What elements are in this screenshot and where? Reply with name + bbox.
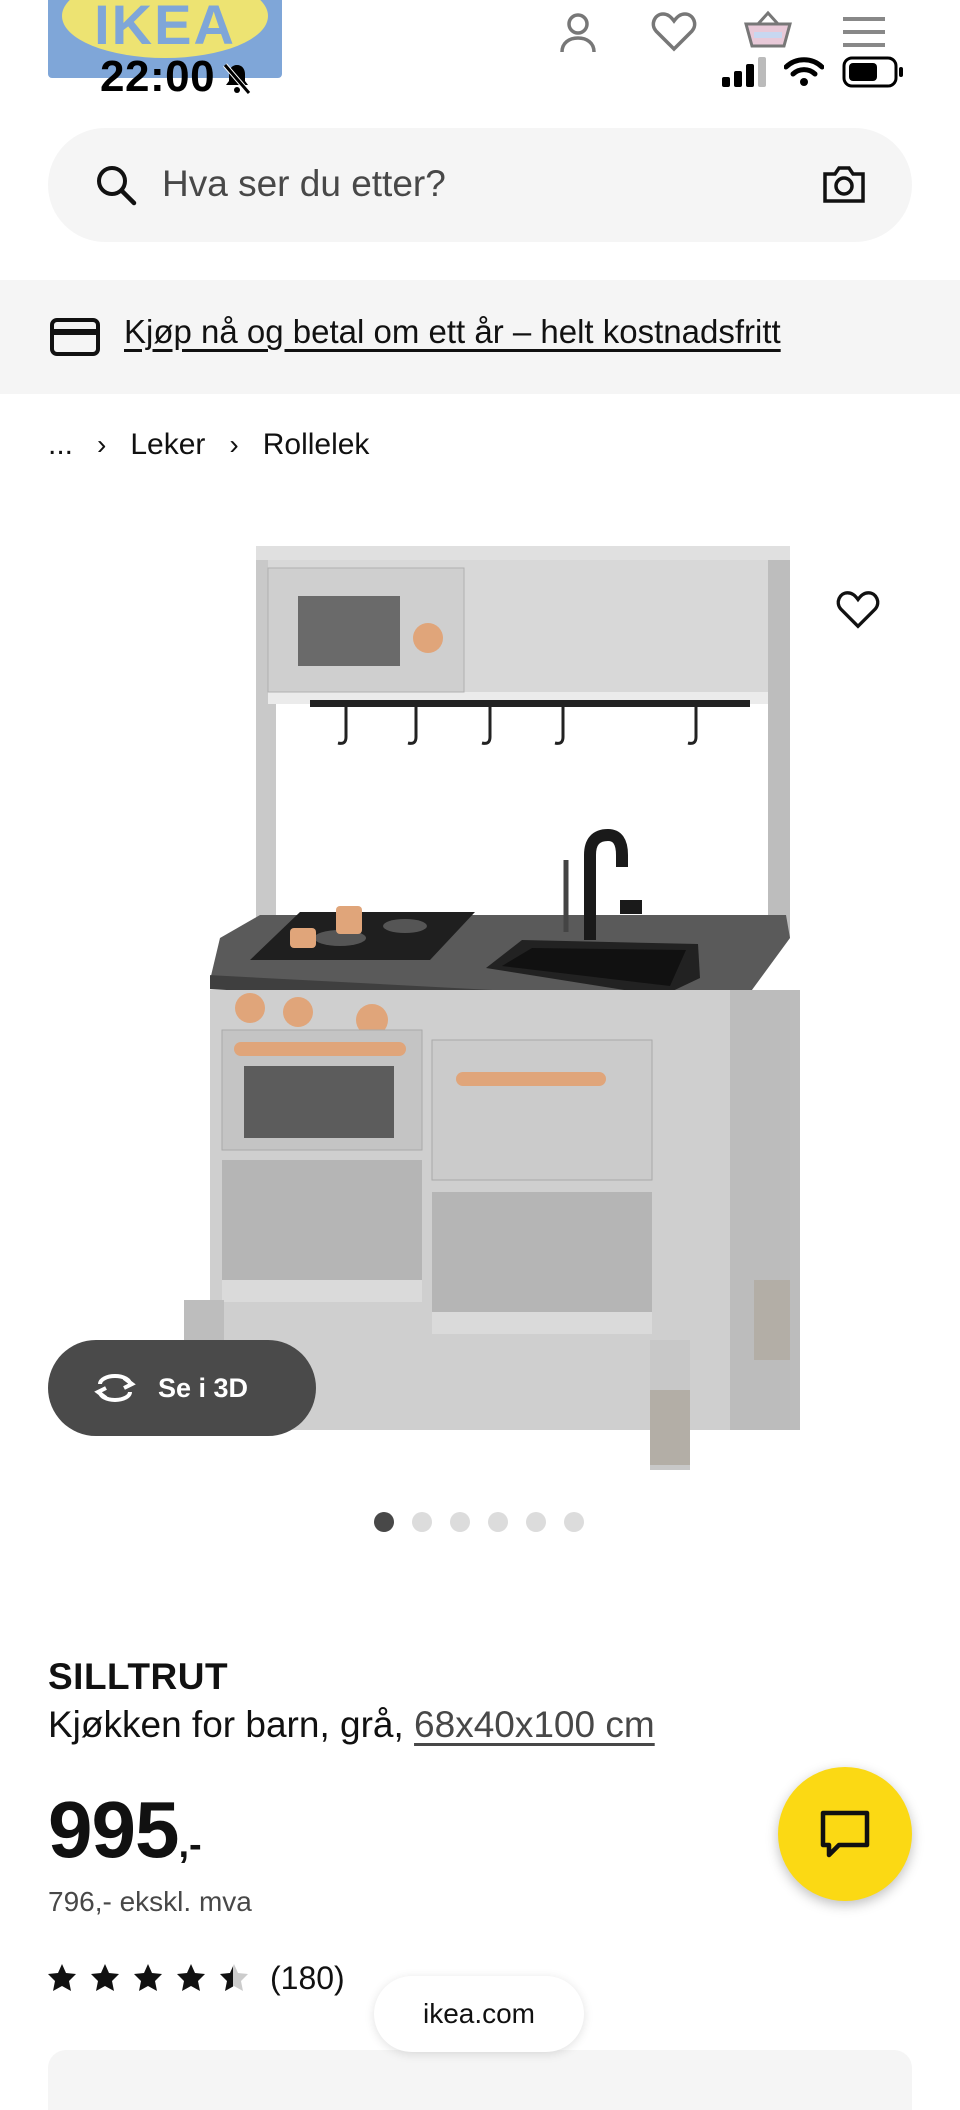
product-dimensions-link[interactable]: 68x40x100 cm bbox=[414, 1704, 655, 1745]
price-value: 995 bbox=[48, 1785, 179, 1874]
product-type: Kjøkken for barn, grå, bbox=[48, 1704, 415, 1745]
credit-card-icon bbox=[50, 318, 100, 356]
price-suffix: ,- bbox=[178, 1824, 202, 1866]
heart-icon bbox=[836, 591, 880, 629]
price-excl-vat: 796,- ekskl. mva bbox=[48, 1886, 252, 1917]
promo-banner[interactable]: Kjøp nå og betal om ett år – helt kostna… bbox=[0, 280, 960, 394]
star-rating-icon bbox=[48, 1963, 248, 1991]
status-icons bbox=[722, 56, 904, 88]
chevron-right-icon: › bbox=[229, 429, 239, 460]
camera-icon[interactable] bbox=[822, 164, 866, 204]
search-input[interactable]: Hva ser du etter? bbox=[162, 163, 446, 205]
breadcrumb-item-rollelek[interactable]: Rollelek bbox=[263, 428, 370, 462]
promo-link[interactable]: Kjøp nå og betal om ett år – helt kostna… bbox=[124, 313, 781, 351]
add-to-favorites-button[interactable] bbox=[836, 590, 880, 635]
account-icon[interactable] bbox=[550, 8, 606, 56]
product-image[interactable] bbox=[150, 520, 800, 1480]
view-3d-button[interactable]: Se i 3D bbox=[48, 1340, 316, 1436]
logo-text: IKEA bbox=[94, 0, 236, 56]
breadcrumb-item-ellipsis[interactable]: ... bbox=[48, 428, 73, 462]
chat-button[interactable] bbox=[778, 1767, 912, 1901]
wifi-icon bbox=[784, 57, 824, 86]
search-icon bbox=[97, 166, 137, 206]
product-name: SILLTRUT bbox=[48, 1656, 229, 1697]
view-3d-label: Se i 3D bbox=[158, 1372, 249, 1403]
pagination-dot[interactable] bbox=[374, 1512, 394, 1532]
browser-url-bar[interactable]: ikea.com bbox=[374, 1976, 584, 2052]
rating[interactable]: (180) bbox=[48, 1960, 345, 1997]
chevron-right-icon: › bbox=[97, 429, 107, 460]
pagination-dot[interactable] bbox=[412, 1512, 432, 1532]
signal-icon bbox=[722, 57, 766, 87]
battery-icon bbox=[842, 56, 903, 88]
status-time: 22:00 bbox=[100, 52, 216, 101]
product-description: Kjøkken for barn, grå, 68x40x100 cm bbox=[48, 1704, 655, 1746]
breadcrumb-item-leker[interactable]: Leker bbox=[130, 428, 205, 462]
pagination-dot[interactable] bbox=[488, 1512, 508, 1532]
search-bar[interactable]: Hva ser du etter? bbox=[48, 128, 912, 242]
info-card bbox=[48, 2050, 912, 2110]
chat-icon bbox=[820, 1810, 870, 1858]
breadcrumb: ... › Leker › Rollelek bbox=[48, 428, 369, 462]
pagination-dot[interactable] bbox=[450, 1512, 470, 1532]
favorites-icon[interactable] bbox=[646, 8, 702, 56]
product-price: 995,- bbox=[48, 1784, 202, 1876]
bell-mute-icon bbox=[223, 63, 251, 95]
rotate-3d-icon bbox=[94, 1374, 136, 1402]
menu-icon[interactable] bbox=[836, 8, 892, 56]
image-pagination bbox=[374, 1512, 584, 1532]
pagination-dot[interactable] bbox=[564, 1512, 584, 1532]
pagination-dot[interactable] bbox=[526, 1512, 546, 1532]
cart-icon[interactable] bbox=[740, 8, 796, 56]
review-count: (180) bbox=[270, 1960, 345, 1996]
